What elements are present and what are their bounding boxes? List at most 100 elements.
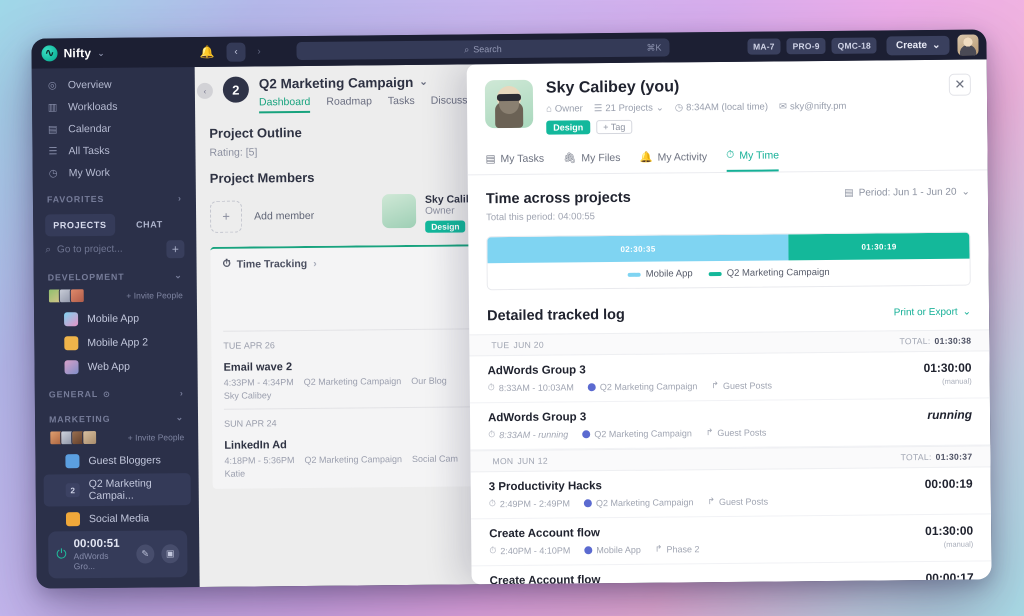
back-button[interactable]: ‹ bbox=[226, 42, 246, 62]
entry-meta: ⏱ 8:33AM - 10:03AM Q2 Marketing Campaign … bbox=[488, 378, 924, 393]
chevron-right-icon: › bbox=[313, 257, 317, 270]
tab-roadmap[interactable]: Roadmap bbox=[326, 95, 372, 112]
modal-body: Time across projects Total this period: … bbox=[468, 170, 992, 585]
project-count-badge: 2 bbox=[65, 483, 80, 498]
invite-people-link[interactable]: + Invite People bbox=[128, 432, 185, 443]
bar-segment-q2-marketing[interactable]: 01:30:19 bbox=[788, 232, 970, 261]
sidebar-project-web-app[interactable]: Web App bbox=[42, 355, 189, 378]
sidebar-item-workloads[interactable]: ▥ Workloads bbox=[32, 95, 195, 119]
tab-my-activity[interactable]: 🔔 My Activity bbox=[639, 149, 707, 173]
sidebar-item-all-tasks[interactable]: ☰ All Tasks bbox=[32, 139, 195, 163]
entry-task[interactable]: ↱ Phase 2 bbox=[655, 543, 700, 554]
tab-tasks[interactable]: Tasks bbox=[388, 95, 415, 112]
log-entry[interactable]: AdWords Group 3 ⏱ 8:33AM - running Q2 Mar… bbox=[469, 398, 991, 451]
sidebar-project-mobile-app[interactable]: Mobile App bbox=[42, 307, 189, 330]
meta-projects[interactable]: ☰ 21 Projects ⌄ bbox=[594, 103, 664, 115]
notifications-bell-icon[interactable]: 🔔 bbox=[199, 45, 214, 59]
add-member-button[interactable]: + Add member bbox=[209, 194, 360, 236]
workloads-icon: ▥ bbox=[47, 101, 58, 113]
avatar-sunglasses bbox=[496, 93, 522, 102]
global-search-input[interactable]: ⌕ Search ⌘K bbox=[296, 38, 670, 61]
stopwatch-icon: ⏱ bbox=[222, 257, 231, 270]
sidebar-item-label: All Tasks bbox=[68, 144, 110, 158]
badge-pro[interactable]: PRO-9 bbox=[786, 37, 826, 55]
entry-meta: ⏱ 2:40PM - 4:10PM Mobile App ↱ Phase 2 bbox=[489, 541, 925, 556]
forward-button[interactable]: › bbox=[249, 42, 268, 61]
chevron-down-icon: ⌄ bbox=[655, 102, 664, 114]
badge-ma[interactable]: MA-7 bbox=[746, 38, 781, 55]
group-header-marketing[interactable]: MARKETING ⌄ bbox=[35, 402, 198, 429]
group-header-general[interactable]: GENERAL ⊙ › bbox=[35, 378, 198, 404]
entry-project[interactable]: Mobile App bbox=[584, 544, 641, 555]
stopwatch-icon: ⏱ bbox=[726, 148, 735, 161]
create-button[interactable]: Create ⌄ bbox=[886, 35, 950, 55]
period-selector[interactable]: ▤ Period: Jun 1 - Jun 20 ⌄ bbox=[844, 187, 970, 199]
subtask-icon: ↱ bbox=[654, 543, 663, 554]
timer-stop-button[interactable]: ▣ bbox=[161, 544, 180, 564]
entry-meta: ⏱ 2:49PM - 2:49PM Q2 Marketing Campaign ↱… bbox=[489, 494, 925, 509]
log-date: APR 24 bbox=[245, 418, 277, 429]
entry-project[interactable]: Q2 Marketing Campaign bbox=[587, 381, 697, 392]
entry-task[interactable]: ↱ Guest Posts bbox=[707, 496, 768, 508]
chevron-down-icon[interactable]: ⌄ bbox=[419, 77, 427, 88]
log-entry[interactable]: Create Account flow ⏱ 2:40PM - 4:10PM Mob… bbox=[471, 514, 992, 567]
entry-task[interactable]: ↱ Guest Posts bbox=[711, 380, 772, 392]
log-entry[interactable]: Create Account flow 00:00:17 bbox=[471, 561, 992, 585]
sidebar-item-my-work[interactable]: ◷ My Work bbox=[33, 161, 196, 185]
tab-chat[interactable]: CHAT bbox=[115, 213, 185, 236]
user-avatar[interactable] bbox=[957, 34, 979, 56]
sidebar-project-q2-marketing-campaign[interactable]: 2 Q2 Marketing Campai... bbox=[43, 473, 191, 507]
brand[interactable]: ∿ Nifty ⌄ bbox=[41, 44, 191, 62]
chevron-down-icon[interactable]: ⌄ bbox=[97, 47, 105, 58]
project-search-input[interactable]: ⌕ Go to project... + bbox=[45, 239, 185, 258]
project-label: Web App bbox=[87, 360, 131, 374]
meta-owner: ⌂ Owner bbox=[546, 103, 583, 115]
bar-segment-mobile-app[interactable]: 02:30:35 bbox=[487, 234, 789, 264]
lock-icon: ⊙ bbox=[103, 389, 111, 399]
project-label: Mobile App 2 bbox=[87, 336, 149, 350]
project-dot-icon bbox=[587, 382, 596, 391]
tab-my-tasks[interactable]: ▤ My Tasks bbox=[485, 151, 544, 175]
tab-projects[interactable]: PROJECTS bbox=[45, 213, 115, 237]
entry-project[interactable]: Q2 Marketing Campaign bbox=[583, 497, 694, 508]
workspace: ◎ Overview ▥ Workloads ▤ Calendar ☰ All … bbox=[31, 59, 992, 589]
invite-people-link[interactable]: + Invite People bbox=[126, 290, 183, 301]
add-tag-button[interactable]: + Tag bbox=[596, 119, 633, 135]
subtask-icon: ↱ bbox=[707, 496, 716, 507]
brand-name: Nifty bbox=[63, 46, 92, 61]
timer-edit-button[interactable]: ✎ bbox=[136, 544, 155, 564]
favorites-header[interactable]: FAVORITES › bbox=[33, 183, 196, 209]
close-icon[interactable]: ✕ bbox=[948, 73, 971, 96]
modal-user-name: Sky Calibey (you) bbox=[545, 78, 680, 97]
badge-qmc[interactable]: QMC-18 bbox=[831, 37, 878, 54]
tab-dashboard[interactable]: Dashboard bbox=[258, 95, 311, 114]
sidebar-project-social-media[interactable]: Social Media bbox=[44, 507, 191, 530]
project-dot-icon bbox=[584, 545, 593, 554]
project-icon bbox=[64, 360, 79, 375]
sidebar-item-calendar[interactable]: ▤ Calendar bbox=[32, 117, 195, 141]
meta-email[interactable]: ✉ sky@nifty.pm bbox=[779, 101, 847, 113]
entry-task[interactable]: ↱ Guest Posts bbox=[706, 427, 767, 439]
add-project-button[interactable]: + bbox=[166, 239, 185, 258]
log-entry[interactable]: 3 Productivity Hacks ⏱ 2:49PM - 2:49PM Q2… bbox=[470, 467, 991, 520]
entry-title: Create Account flow bbox=[489, 527, 600, 541]
modal-tags: Design + Tag bbox=[546, 118, 846, 135]
timer-elapsed: 00:00:51 bbox=[73, 537, 120, 551]
chevron-down-icon: ⌄ bbox=[932, 39, 941, 51]
chart-legend: Mobile App Q2 Marketing Campaign bbox=[488, 259, 970, 290]
sidebar-project-guest-bloggers[interactable]: Guest Bloggers bbox=[43, 449, 190, 472]
timer-power-icon[interactable]: ⏻ bbox=[56, 547, 66, 563]
group-label: GENERAL bbox=[48, 388, 99, 400]
log-entry[interactable]: AdWords Group 3 ⏱ 8:33AM - 10:03AM Q2 Mar… bbox=[469, 351, 990, 404]
collapse-sidebar-button[interactable]: ‹ bbox=[196, 82, 213, 100]
log-project: Q2 Marketing Campaign bbox=[303, 376, 402, 387]
tag-design[interactable]: Design bbox=[546, 120, 591, 135]
entry-project[interactable]: Q2 Marketing Campaign bbox=[582, 428, 692, 439]
tab-my-time[interactable]: ⏱ My Time bbox=[726, 148, 780, 172]
print-or-export-button[interactable]: Print or Export ⌄ bbox=[894, 306, 971, 318]
tab-my-files[interactable]: 🖇 My Files bbox=[563, 150, 621, 174]
active-timer-widget[interactable]: ⏻ 00:00:51 AdWords Gro... ✎ ▣ bbox=[48, 530, 188, 579]
sidebar-item-overview[interactable]: ◎ Overview bbox=[32, 73, 195, 97]
group-header-development[interactable]: DEVELOPMENT ⌄ bbox=[34, 260, 197, 287]
sidebar-project-mobile-app-2[interactable]: Mobile App 2 bbox=[42, 331, 189, 354]
